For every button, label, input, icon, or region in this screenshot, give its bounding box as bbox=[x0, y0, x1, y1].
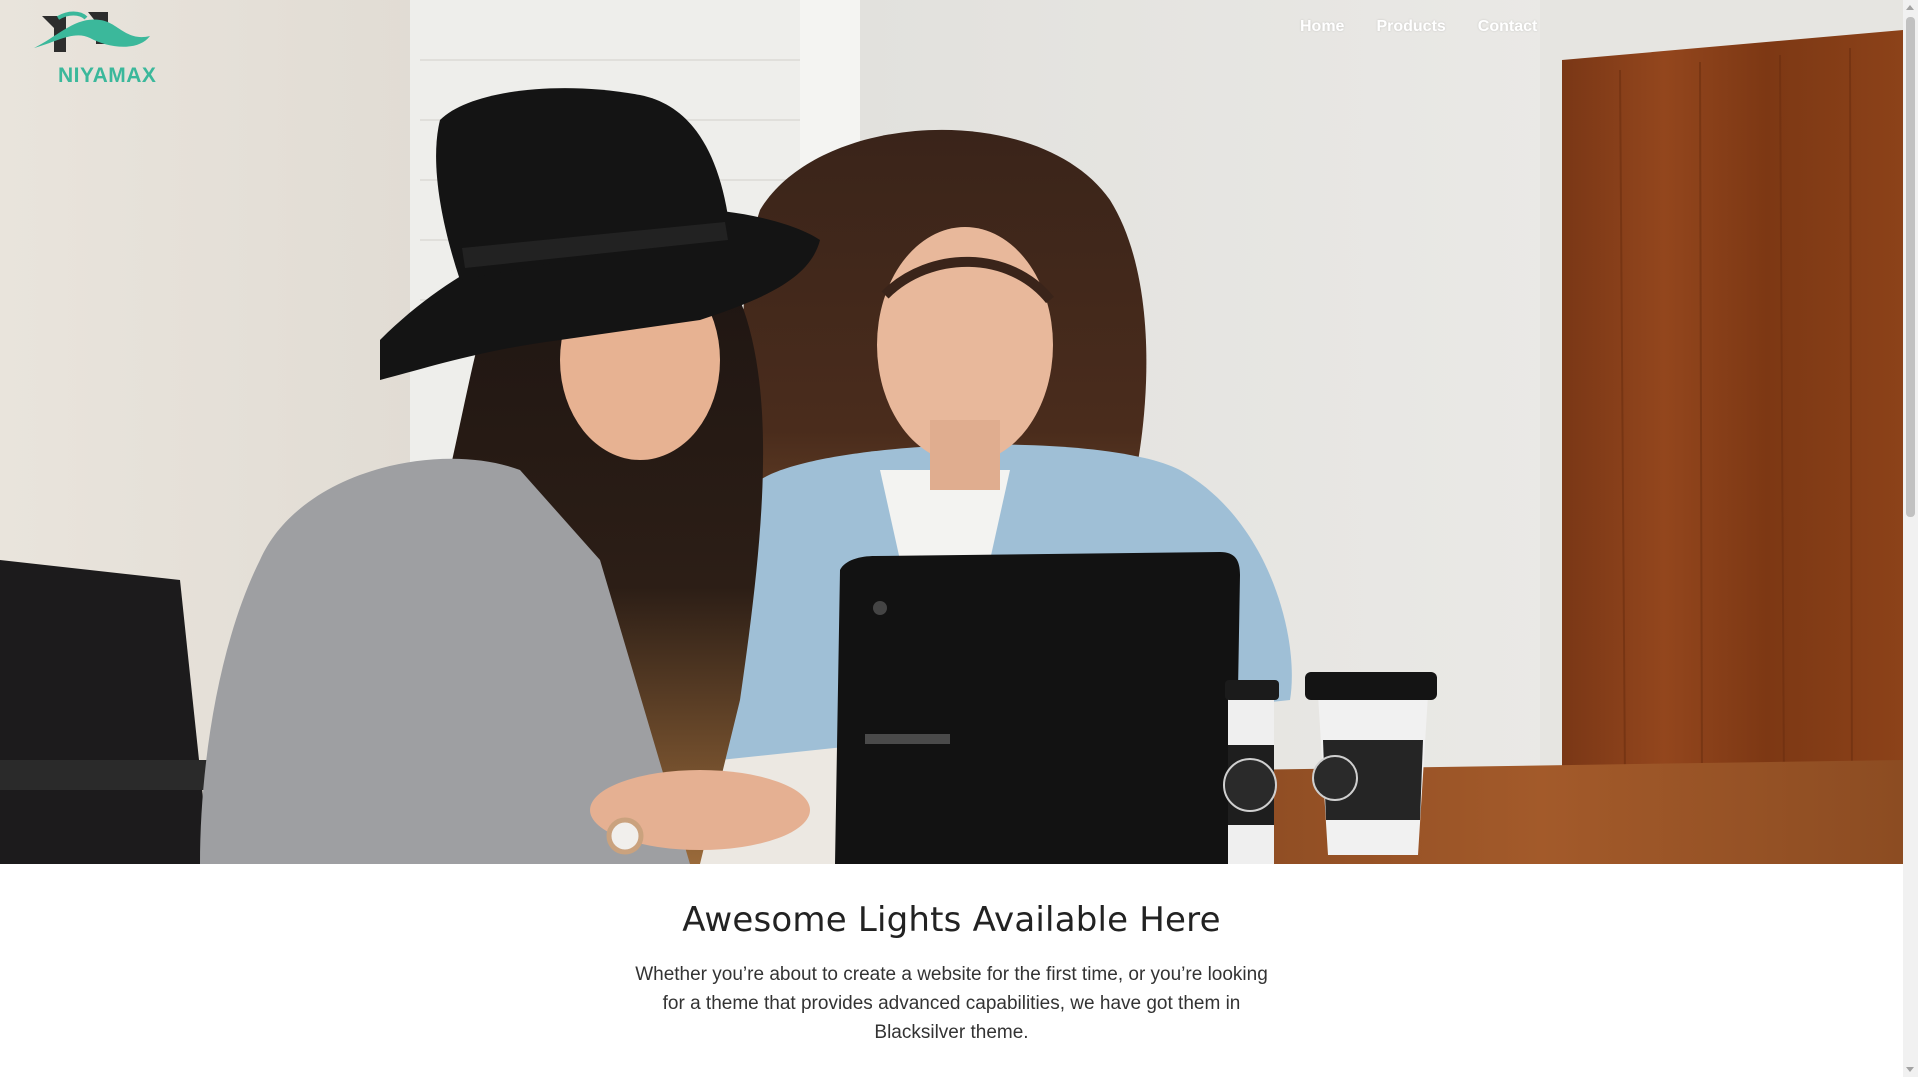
scroll-down-icon[interactable] bbox=[1906, 1067, 1914, 1072]
hero-photo bbox=[0, 0, 1903, 864]
page: NIYAMAX Home Products Contact Awesome Li… bbox=[0, 0, 1918, 1077]
niyamax-logo[interactable]: NIYAMAX bbox=[28, 8, 156, 87]
coffee-cup-1 bbox=[1223, 680, 1279, 864]
intro-paragraph: Whether you’re about to create a website… bbox=[635, 964, 1268, 1043]
main-nav: Home Products Contact bbox=[1300, 18, 1537, 36]
scroll-thumb[interactable] bbox=[1906, 17, 1915, 517]
hero-image bbox=[0, 0, 1903, 864]
vertical-scrollbar[interactable] bbox=[1903, 0, 1918, 1077]
nav-products[interactable]: Products bbox=[1376, 18, 1445, 36]
nav-home[interactable]: Home bbox=[1300, 18, 1344, 36]
nav-contact[interactable]: Contact bbox=[1478, 18, 1538, 36]
page-headline: Awesome Lights Available Here bbox=[682, 900, 1221, 940]
logo-mark-icon bbox=[34, 11, 150, 52]
scroll-up-icon[interactable] bbox=[1906, 5, 1914, 10]
intro-section: Awesome Lights Available Here Whether yo… bbox=[0, 864, 1903, 1077]
logo-text: NIYAMAX bbox=[58, 64, 157, 87]
